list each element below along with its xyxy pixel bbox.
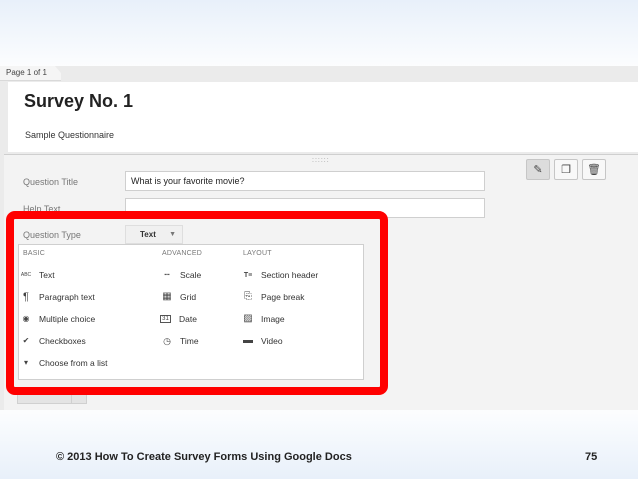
pencil-icon: ✎ bbox=[533, 164, 543, 176]
scale-icon: ▪▪▪ bbox=[164, 271, 170, 278]
chevron-down-icon: ▼ bbox=[169, 231, 176, 238]
question-title-input[interactable] bbox=[125, 171, 485, 191]
menu-item-time[interactable]: ◷ Time bbox=[160, 333, 199, 349]
slide-number: 75 bbox=[585, 451, 598, 463]
trash-icon: 🗑 bbox=[587, 164, 601, 176]
question-editor-card[interactable]: :::::: ✎ ❐ 🗑 Question Title Help Text Qu… bbox=[4, 154, 638, 410]
basic-heading: BASIC bbox=[23, 250, 46, 257]
duplicate-icon: ❐ bbox=[561, 164, 571, 176]
form-title[interactable]: Survey No. 1 bbox=[24, 91, 133, 112]
list-dropdown-icon: ▾ bbox=[23, 358, 28, 367]
question-type-value: Text bbox=[140, 230, 156, 239]
abc-icon: ABC bbox=[20, 271, 32, 278]
form-description[interactable]: Sample Questionnaire bbox=[25, 130, 114, 140]
menu-item-paragraph-text[interactable]: ¶ Paragraph text bbox=[19, 289, 95, 305]
question-title-label: Question Title bbox=[23, 177, 79, 187]
menu-item-label: Image bbox=[261, 314, 285, 324]
question-type-label: Question Type bbox=[23, 230, 81, 240]
advanced-heading: ADVANCED bbox=[162, 250, 202, 257]
menu-item-label: Time bbox=[180, 336, 199, 346]
form-header-card[interactable]: Survey No. 1 Sample Questionnaire bbox=[8, 82, 638, 152]
menu-item-text[interactable]: ABC Text bbox=[19, 267, 55, 283]
form-editor: Page 1 of 1 Survey No. 1 Sample Question… bbox=[0, 66, 638, 410]
menu-item-page-break[interactable]: ⎘ Page break bbox=[241, 289, 304, 305]
menu-item-label: Section header bbox=[261, 270, 319, 280]
image-icon: ▨ bbox=[243, 313, 253, 324]
menu-item-label: Grid bbox=[180, 292, 197, 302]
menu-item-label: Video bbox=[261, 336, 283, 346]
menu-item-grid[interactable]: ▦ Grid bbox=[160, 289, 196, 305]
delete-button[interactable]: 🗑 bbox=[582, 159, 606, 180]
menu-item-scale[interactable]: ▪▪▪ Scale bbox=[160, 267, 201, 283]
menu-item-label: Choose from a list bbox=[39, 358, 108, 368]
video-icon: ▬ bbox=[243, 335, 253, 346]
footer-caption: © 2013 How To Create Survey Forms Using … bbox=[56, 451, 352, 463]
checkmark-icon: ✔ bbox=[22, 336, 30, 345]
menu-item-label: Multiple choice bbox=[39, 314, 96, 324]
help-text-label: Help Text bbox=[23, 204, 61, 214]
radio-icon: ◉ bbox=[22, 314, 30, 323]
duplicate-button[interactable]: ❐ bbox=[554, 159, 578, 180]
menu-item-choose-from-list[interactable]: ▾ Choose from a list bbox=[19, 355, 108, 371]
calendar-icon: 31 bbox=[160, 315, 171, 323]
edit-button[interactable]: ✎ bbox=[526, 159, 550, 180]
menu-item-label: Date bbox=[179, 314, 197, 324]
page-tab-corner bbox=[55, 66, 67, 80]
menu-item-multiple-choice[interactable]: ◉ Multiple choice bbox=[19, 311, 96, 327]
drag-handle[interactable]: :::::: bbox=[312, 157, 330, 164]
menu-item-label: Checkboxes bbox=[39, 336, 86, 346]
page-break-icon: ⎘ bbox=[244, 291, 252, 302]
page-tab: Page 1 of 1 bbox=[0, 66, 61, 81]
grid-icon: ▦ bbox=[162, 291, 172, 302]
layout-heading: LAYOUT bbox=[243, 250, 272, 257]
menu-item-label: Text bbox=[39, 270, 55, 280]
question-toolbar: ✎ ❐ 🗑 bbox=[526, 159, 606, 181]
section-header-icon: T≡ bbox=[243, 271, 253, 279]
menu-item-video[interactable]: ▬ Video bbox=[241, 333, 283, 349]
clock-icon: ◷ bbox=[163, 335, 171, 346]
add-item-dropdown-arrow[interactable] bbox=[71, 388, 86, 403]
menu-item-image[interactable]: ▨ Image bbox=[241, 311, 285, 327]
paragraph-icon: ¶ bbox=[23, 290, 29, 303]
menu-item-checkboxes[interactable]: ✔ Checkboxes bbox=[19, 333, 86, 349]
add-item-button[interactable] bbox=[17, 387, 87, 404]
question-type-select[interactable]: Text ▼ bbox=[125, 225, 183, 244]
menu-item-section-header[interactable]: T≡ Section header bbox=[241, 267, 318, 283]
help-text-input[interactable] bbox=[125, 198, 485, 218]
menu-item-date[interactable]: 31 Date bbox=[160, 311, 197, 327]
menu-item-label: Paragraph text bbox=[39, 292, 95, 302]
menu-item-label: Scale bbox=[180, 270, 202, 280]
question-type-menu: BASIC ABC Text ¶ Paragraph text ◉ Multip… bbox=[18, 244, 364, 380]
menu-item-label: Page break bbox=[261, 292, 305, 302]
